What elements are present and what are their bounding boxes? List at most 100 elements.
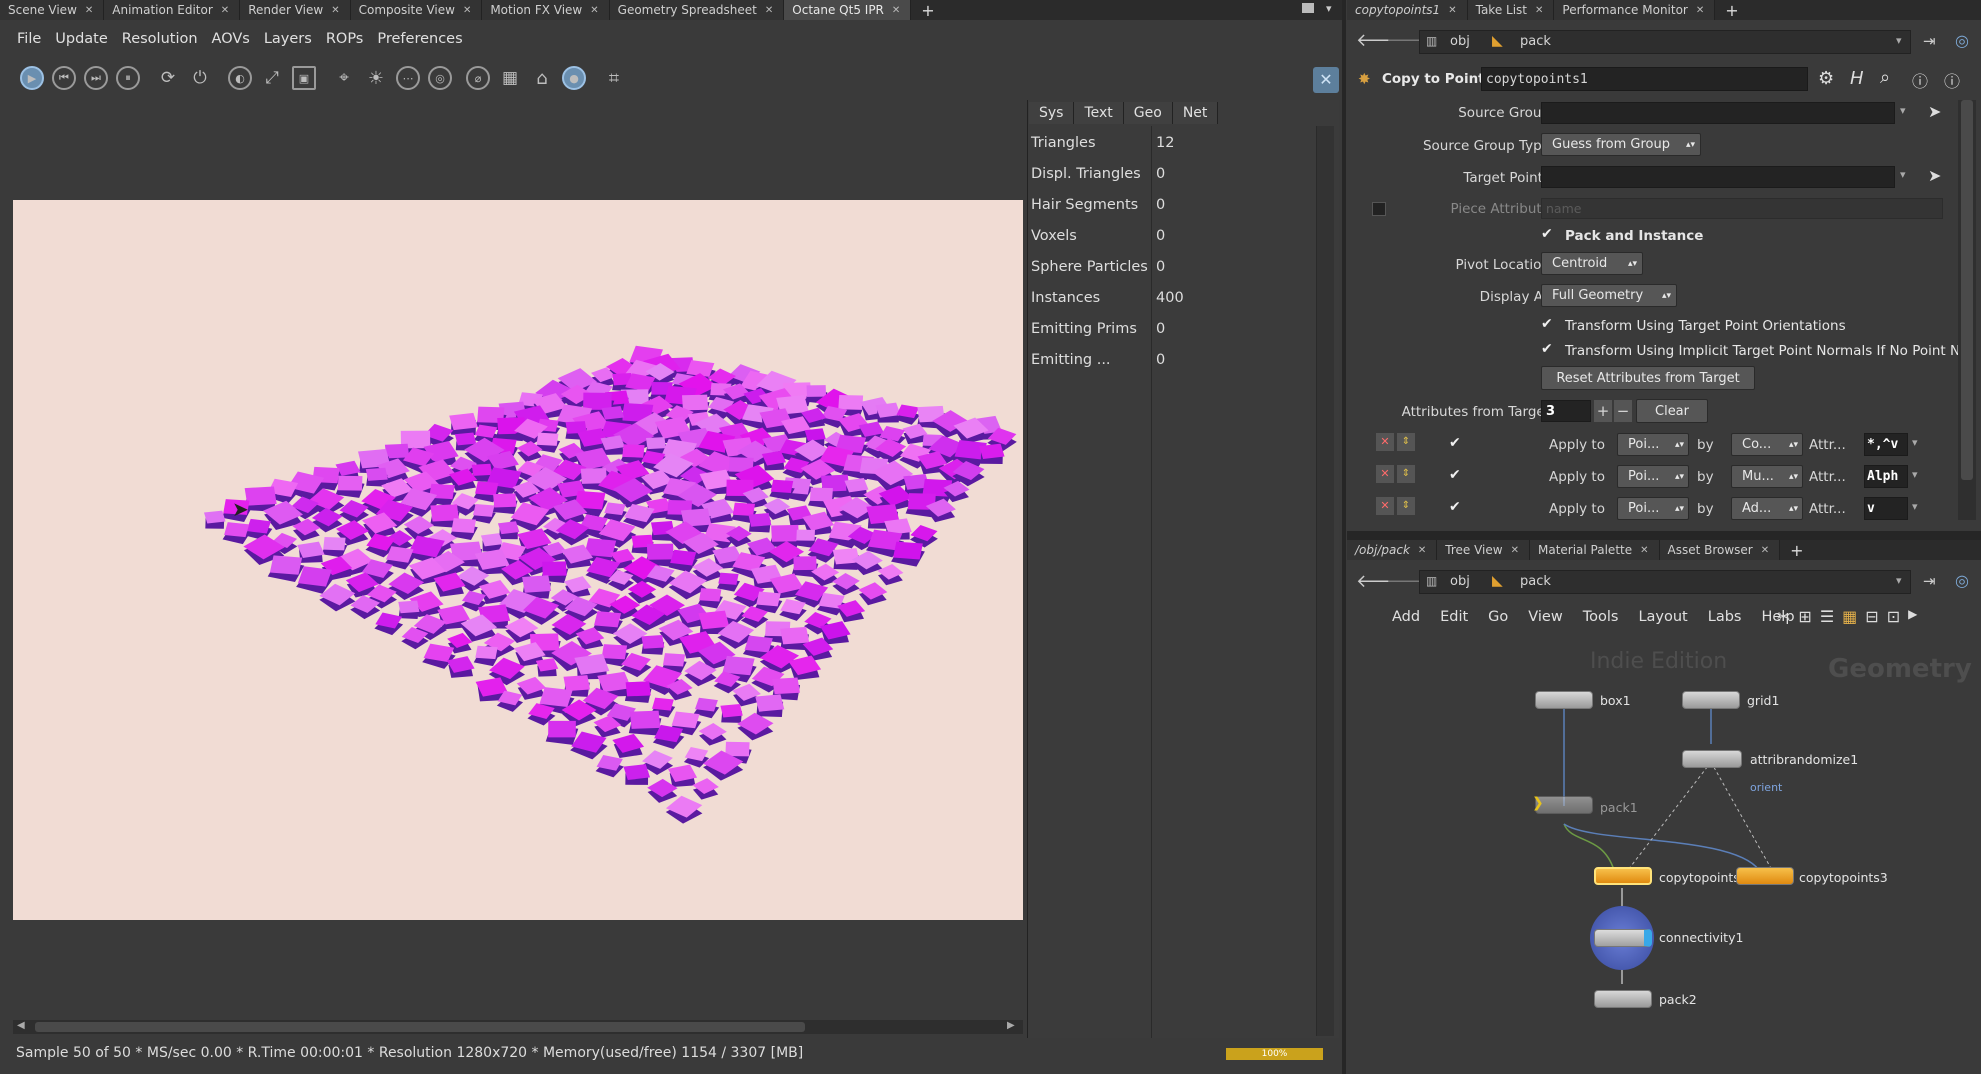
sphere-icon[interactable]: ●	[562, 66, 586, 90]
rewind-icon[interactable]: ⏮	[52, 66, 76, 90]
node-pack2[interactable]	[1594, 990, 1652, 1008]
menu-file[interactable]: File	[10, 31, 48, 47]
add-attribute-plus-icon[interactable]: +	[1594, 400, 1612, 422]
attr-row-method-select[interactable]: Ad... ▴▾	[1731, 497, 1803, 520]
net-link-icon[interactable]: ◎	[1955, 571, 1969, 590]
attr-row-delete-icon[interactable]: ✕	[1376, 465, 1394, 483]
tab-close-icon[interactable]: ✕	[1448, 5, 1456, 16]
tab-close-icon[interactable]: ✕	[331, 5, 339, 16]
tab-close-icon[interactable]: ✕	[85, 5, 93, 16]
menu-resolution[interactable]: Resolution	[115, 31, 205, 47]
tab--obj-pack[interactable]: /obj/pack ✕	[1347, 540, 1438, 560]
target-icon[interactable]: ◎	[428, 66, 452, 90]
grid-layout-icon[interactable]: ⊟	[1865, 607, 1878, 626]
reset-attributes-button[interactable]: Reset Attributes from Target	[1541, 366, 1755, 390]
node-copytopoints3[interactable]	[1736, 867, 1794, 885]
render-start-icon[interactable]: ▶	[20, 66, 44, 90]
tab-close-icon[interactable]: ✕	[1418, 545, 1426, 556]
display-as-select[interactable]: Full Geometry ▴▾	[1541, 284, 1677, 307]
attr-row-value-field[interactable]: Alph	[1864, 465, 1908, 488]
tab-octane-qt5-ipr[interactable]: Octane Qt5 IPR ✕	[784, 0, 912, 20]
help-h-icon[interactable]: H	[1850, 68, 1864, 89]
help-icon[interactable]: ⓘ	[1944, 68, 1960, 92]
attr-row-target-select[interactable]: Poi... ▴▾	[1617, 465, 1689, 488]
node-attribrandomize1[interactable]	[1682, 750, 1742, 768]
attr-row-method-select[interactable]: Co... ▴▾	[1731, 433, 1803, 456]
info-tab-sys[interactable]: Sys	[1029, 102, 1075, 124]
remove-attribute-minus-icon[interactable]: −	[1614, 400, 1632, 422]
viewport-options-icon[interactable]: ✕	[1313, 67, 1339, 93]
grid-icon[interactable]: ▦	[498, 66, 522, 90]
attr-row-delete-icon[interactable]: ✕	[1376, 497, 1394, 515]
piece-attribute-toggle[interactable]	[1372, 202, 1386, 216]
contrast-icon[interactable]: ◐	[228, 66, 252, 90]
clear-button[interactable]: Clear	[1636, 399, 1708, 423]
hscroll-thumb[interactable]	[35, 1022, 805, 1032]
info-tab-text[interactable]: Text	[1074, 102, 1124, 124]
tab-close-icon[interactable]: ✕	[1640, 545, 1648, 556]
tab-asset-browser[interactable]: Asset Browser ✕	[1659, 540, 1781, 560]
target-points-dropdown-icon[interactable]: ▾	[1900, 168, 1906, 181]
menu-view[interactable]: View	[1521, 609, 1569, 625]
split-icon[interactable]: ⊡	[1887, 607, 1900, 626]
attr-row-value-dropdown-icon[interactable]: ▾	[1912, 500, 1918, 513]
attr-row-value-dropdown-icon[interactable]: ▾	[1912, 436, 1918, 449]
home-icon[interactable]: ⌂	[530, 66, 554, 90]
info-tab-geo[interactable]: Geo	[1123, 102, 1173, 124]
add-tab-plus-icon[interactable]: +	[911, 0, 944, 20]
node-grid1[interactable]	[1682, 691, 1740, 709]
palette-icon[interactable]: ▦	[1842, 607, 1857, 626]
tab-render-view[interactable]: Render View ✕	[240, 0, 351, 20]
path-dropdown-icon[interactable]: ▾	[1896, 34, 1902, 47]
info-tab-net[interactable]: Net	[1172, 102, 1219, 124]
crop-icon[interactable]: ⌗	[602, 66, 626, 90]
tab-animation-editor[interactable]: Animation Editor ✕	[104, 0, 241, 20]
viewport-hscrollbar[interactable]: ◀ ▶	[13, 1020, 1023, 1034]
menu-update[interactable]: Update	[48, 31, 115, 47]
menu-aovs[interactable]: AOVs	[205, 31, 257, 47]
search-icon[interactable]: ⌕	[1880, 67, 1890, 88]
tab-close-icon[interactable]: ✕	[1696, 5, 1704, 16]
attr-row-move-icon[interactable]: ⇕	[1397, 433, 1415, 451]
focus-icon[interactable]: ⌖	[332, 66, 356, 90]
net-path-bar[interactable]: ▥ obj ◣ pack ▾	[1419, 570, 1911, 594]
pause-icon[interactable]: ⏸	[116, 66, 140, 90]
region-icon[interactable]: ▣	[292, 66, 316, 90]
hscroll-left-arrow-icon[interactable]: ◀	[17, 1020, 25, 1031]
pin-icon[interactable]: ⇥	[1923, 32, 1936, 50]
node-connectivity1[interactable]	[1594, 929, 1652, 947]
sun-icon[interactable]: ☀	[364, 66, 388, 90]
tab-close-icon[interactable]: ✕	[590, 5, 598, 16]
attr-row-move-icon[interactable]: ⇕	[1397, 497, 1415, 515]
pivot-location-select[interactable]: Centroid ▴▾	[1541, 252, 1643, 275]
attr-row-enable-check-icon[interactable]: ✔	[1449, 467, 1461, 483]
tab-close-icon[interactable]: ✕	[1761, 545, 1769, 556]
tab-close-icon[interactable]: ✕	[221, 5, 229, 16]
tab-tree-view[interactable]: Tree View ✕	[1437, 540, 1530, 560]
tab-close-icon[interactable]: ✕	[1535, 5, 1543, 16]
list-icon[interactable]: ☰	[1820, 607, 1834, 626]
speed-icon[interactable]: ⌀	[466, 66, 490, 90]
menu-tools[interactable]: Tools	[1576, 609, 1626, 625]
tab-performance-monitor[interactable]: Performance Monitor ✕	[1554, 0, 1716, 20]
transform-orient-check-icon[interactable]: ✔	[1541, 316, 1553, 332]
path-obj[interactable]: obj	[1450, 34, 1470, 49]
attr-row-enable-check-icon[interactable]: ✔	[1449, 435, 1461, 451]
hscroll-right-arrow-icon[interactable]: ▶	[1007, 1020, 1015, 1031]
add-tab-plus-icon[interactable]: +	[1715, 0, 1748, 20]
fit-view-icon[interactable]: ⤢	[260, 66, 284, 90]
menu-preferences[interactable]: Preferences	[370, 31, 469, 47]
pane-options-icon[interactable]	[1302, 3, 1314, 13]
node-name-field[interactable]: copytopoints1	[1481, 67, 1808, 91]
attr-row-value-dropdown-icon[interactable]: ▾	[1912, 468, 1918, 481]
attr-row-move-icon[interactable]: ⇕	[1397, 465, 1415, 483]
net-more-icon[interactable]: ▶	[1908, 607, 1917, 626]
transform-normals-check-icon[interactable]: ✔	[1541, 341, 1553, 357]
attr-row-value-field[interactable]: v	[1864, 497, 1908, 520]
source-group-type-select[interactable]: Guess from Group ▴▾	[1541, 133, 1701, 156]
source-group-dropdown-icon[interactable]: ▾	[1900, 104, 1906, 117]
info-icon[interactable]: ⓘ	[1912, 68, 1928, 92]
path-bar[interactable]: ▥ obj ◣ pack ▾	[1419, 30, 1911, 54]
attr-row-target-select[interactable]: Poi... ▴▾	[1617, 433, 1689, 456]
add-tab-plus-icon[interactable]: +	[1780, 540, 1813, 560]
